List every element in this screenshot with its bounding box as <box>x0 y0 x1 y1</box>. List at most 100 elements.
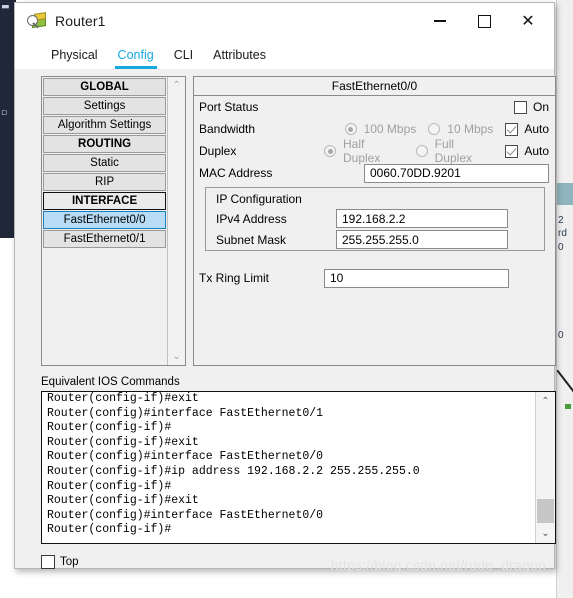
top-checkbox-row: Top <box>41 555 79 569</box>
tx-ring-limit-row: Tx Ring Limit 10 <box>199 267 549 289</box>
port-status-on-checkbox[interactable] <box>513 100 527 114</box>
tab-attributes[interactable]: Attributes <box>203 48 276 69</box>
window-title: Router1 <box>55 13 106 29</box>
background-fragment-2: rd <box>558 228 567 239</box>
ios-scroll-down-icon[interactable]: ⌄ <box>536 525 555 542</box>
equivalent-ios-commands-label: Equivalent IOS Commands <box>41 376 180 388</box>
config-content-area: GLOBAL Settings Algorithm Settings ROUTI… <box>15 69 556 573</box>
sidebar-item-algorithm-settings-label: Algorithm Settings <box>57 119 152 131</box>
mac-address-input[interactable]: 0060.70DD.9201 <box>364 163 549 183</box>
tab-strip-filler <box>276 39 554 69</box>
duplex-row: Duplex Half Duplex Full Duplex Auto <box>194 137 555 165</box>
background-diagonal-svg <box>557 370 573 393</box>
tab-attributes-label: Attributes <box>213 48 266 62</box>
equivalent-ios-commands-box[interactable]: Router(config-if)#exit Router(config)#in… <box>41 391 556 544</box>
background-glyph-top: ▬ <box>1 2 10 12</box>
ipv4-address-row: IPv4 Address 192.168.2.2 <box>206 208 544 229</box>
sidebar-item-fastethernet0-0-label: FastEthernet0/0 <box>63 214 146 226</box>
tab-config[interactable]: Config <box>108 48 164 69</box>
sidebar-item-global[interactable]: GLOBAL <box>43 78 167 96</box>
tx-ring-limit-label: Tx Ring Limit <box>199 271 270 285</box>
tab-physical[interactable]: Physical <box>41 48 108 69</box>
sidebar-item-global-label: GLOBAL <box>80 81 129 93</box>
background-right-window: 2 rd 0 0 <box>556 0 573 598</box>
ipv4-address-input[interactable]: 192.168.2.2 <box>336 209 508 228</box>
port-status-on-label: On <box>532 100 549 114</box>
tab-cli-label: CLI <box>173 48 194 62</box>
interface-settings-panel: FastEthernet0/0 Port Status On Bandwidth… <box>193 76 556 366</box>
ios-commands-scrollbar[interactable]: ⌃ ⌄ <box>535 392 555 543</box>
bandwidth-100mbps-label: 100 Mbps <box>363 122 417 136</box>
sidebar-item-routing[interactable]: ROUTING <box>43 135 167 153</box>
sidebar-item-fastethernet0-1[interactable]: FastEthernet0/1 <box>43 230 167 248</box>
scroll-up-icon[interactable]: ⌃ <box>168 77 185 94</box>
ios-commands-text: Router(config-if)#exit Router(config)#in… <box>47 392 420 537</box>
sidebar-item-interface[interactable]: INTERFACE <box>43 192 167 210</box>
sidebar-item-algorithm-settings[interactable]: Algorithm Settings <box>43 116 167 134</box>
sidebar-item-interface-label: INTERFACE <box>71 195 138 207</box>
router-config-window: Router1 ✕ Physical Config CLI Attributes <box>14 2 556 573</box>
subnet-mask-row: Subnet Mask 255.255.255.0 <box>206 229 544 250</box>
subnet-mask-label: Subnet Mask <box>216 232 287 247</box>
duplex-auto-label: Auto <box>524 144 549 158</box>
sidebar-item-static-label: Static <box>90 157 119 169</box>
config-sidebar: GLOBAL Settings Algorithm Settings ROUTI… <box>41 76 186 366</box>
sidebar-item-fastethernet0-1-label: FastEthernet0/1 <box>63 233 146 245</box>
title-bar[interactable]: Router1 ✕ <box>15 3 554 39</box>
ios-scroll-up-icon[interactable]: ⌃ <box>536 393 555 410</box>
close-icon: ✕ <box>521 11 535 30</box>
sidebar-item-routing-label: ROUTING <box>78 138 132 150</box>
background-glyph-mid: ▫ <box>1 108 8 118</box>
bandwidth-auto-checkbox[interactable] <box>505 122 519 136</box>
scroll-down-icon[interactable]: ⌄ <box>168 348 185 365</box>
sidebar-item-rip-label: RIP <box>94 176 115 188</box>
ios-scroll-thumb[interactable] <box>537 499 554 523</box>
tab-config-label: Config <box>117 48 154 62</box>
bandwidth-100mbps-radio[interactable] <box>344 123 357 135</box>
sidebar-item-fastethernet0-0[interactable]: FastEthernet0/0 <box>43 211 167 229</box>
bandwidth-auto-label: Auto <box>524 122 549 136</box>
duplex-label: Duplex <box>199 144 237 158</box>
top-checkbox-label: Top <box>60 556 79 568</box>
bandwidth-10mbps-radio[interactable] <box>428 123 441 135</box>
ip-configuration-title: IP Configuration <box>216 192 302 206</box>
sidebar-item-settings-label: Settings <box>83 100 126 112</box>
background-fragment-3: 0 <box>558 242 564 253</box>
sidebar-scrollbar[interactable]: ⌃ ⌄ <box>167 77 185 365</box>
background-fragment-4: 0 <box>558 330 564 341</box>
subnet-mask-input[interactable]: 255.255.255.0 <box>336 230 508 249</box>
mac-address-label: MAC Address <box>199 166 273 180</box>
router-magnifier-icon <box>27 12 46 30</box>
maximize-icon <box>477 14 491 28</box>
bandwidth-label: Bandwidth <box>199 122 256 136</box>
duplex-half-label: Half Duplex <box>343 137 381 165</box>
background-fragment-1: 2 <box>558 215 564 226</box>
ip-configuration-group: IP Configuration IPv4 Address 192.168.2.… <box>205 187 545 251</box>
duplex-auto-checkbox[interactable] <box>505 144 519 158</box>
tab-strip: Physical Config CLI Attributes <box>15 39 554 69</box>
ipv4-address-label: IPv4 Address <box>216 211 287 226</box>
port-status-row: Port Status On <box>194 96 555 118</box>
top-checkbox[interactable] <box>41 555 55 569</box>
bandwidth-10mbps-label: 10 Mbps <box>447 122 494 136</box>
background-green-marker <box>565 404 571 409</box>
sidebar-item-static[interactable]: Static <box>43 154 167 172</box>
sidebar-item-rip[interactable]: RIP <box>43 173 167 191</box>
duplex-full-label: Full Duplex <box>434 137 472 165</box>
duplex-full-radio[interactable] <box>415 145 428 157</box>
interface-panel-header: FastEthernet0/0 <box>194 77 555 96</box>
tab-cli[interactable]: CLI <box>164 48 203 69</box>
tx-ring-limit-input[interactable]: 10 <box>324 268 509 288</box>
config-sidebar-list: GLOBAL Settings Algorithm Settings ROUTI… <box>42 77 168 365</box>
background-diagonal-line <box>557 370 573 396</box>
duplex-half-radio[interactable] <box>324 145 336 157</box>
minimize-icon <box>434 20 446 22</box>
minimize-button[interactable] <box>418 3 462 39</box>
port-status-label: Port Status <box>199 100 259 114</box>
mac-address-row: MAC Address 0060.70DD.9201 <box>194 162 555 184</box>
tab-physical-label: Physical <box>51 48 98 62</box>
sidebar-item-settings[interactable]: Settings <box>43 97 167 115</box>
close-button[interactable]: ✕ <box>506 3 550 39</box>
background-teal-header <box>557 183 573 205</box>
maximize-button[interactable] <box>462 3 506 39</box>
